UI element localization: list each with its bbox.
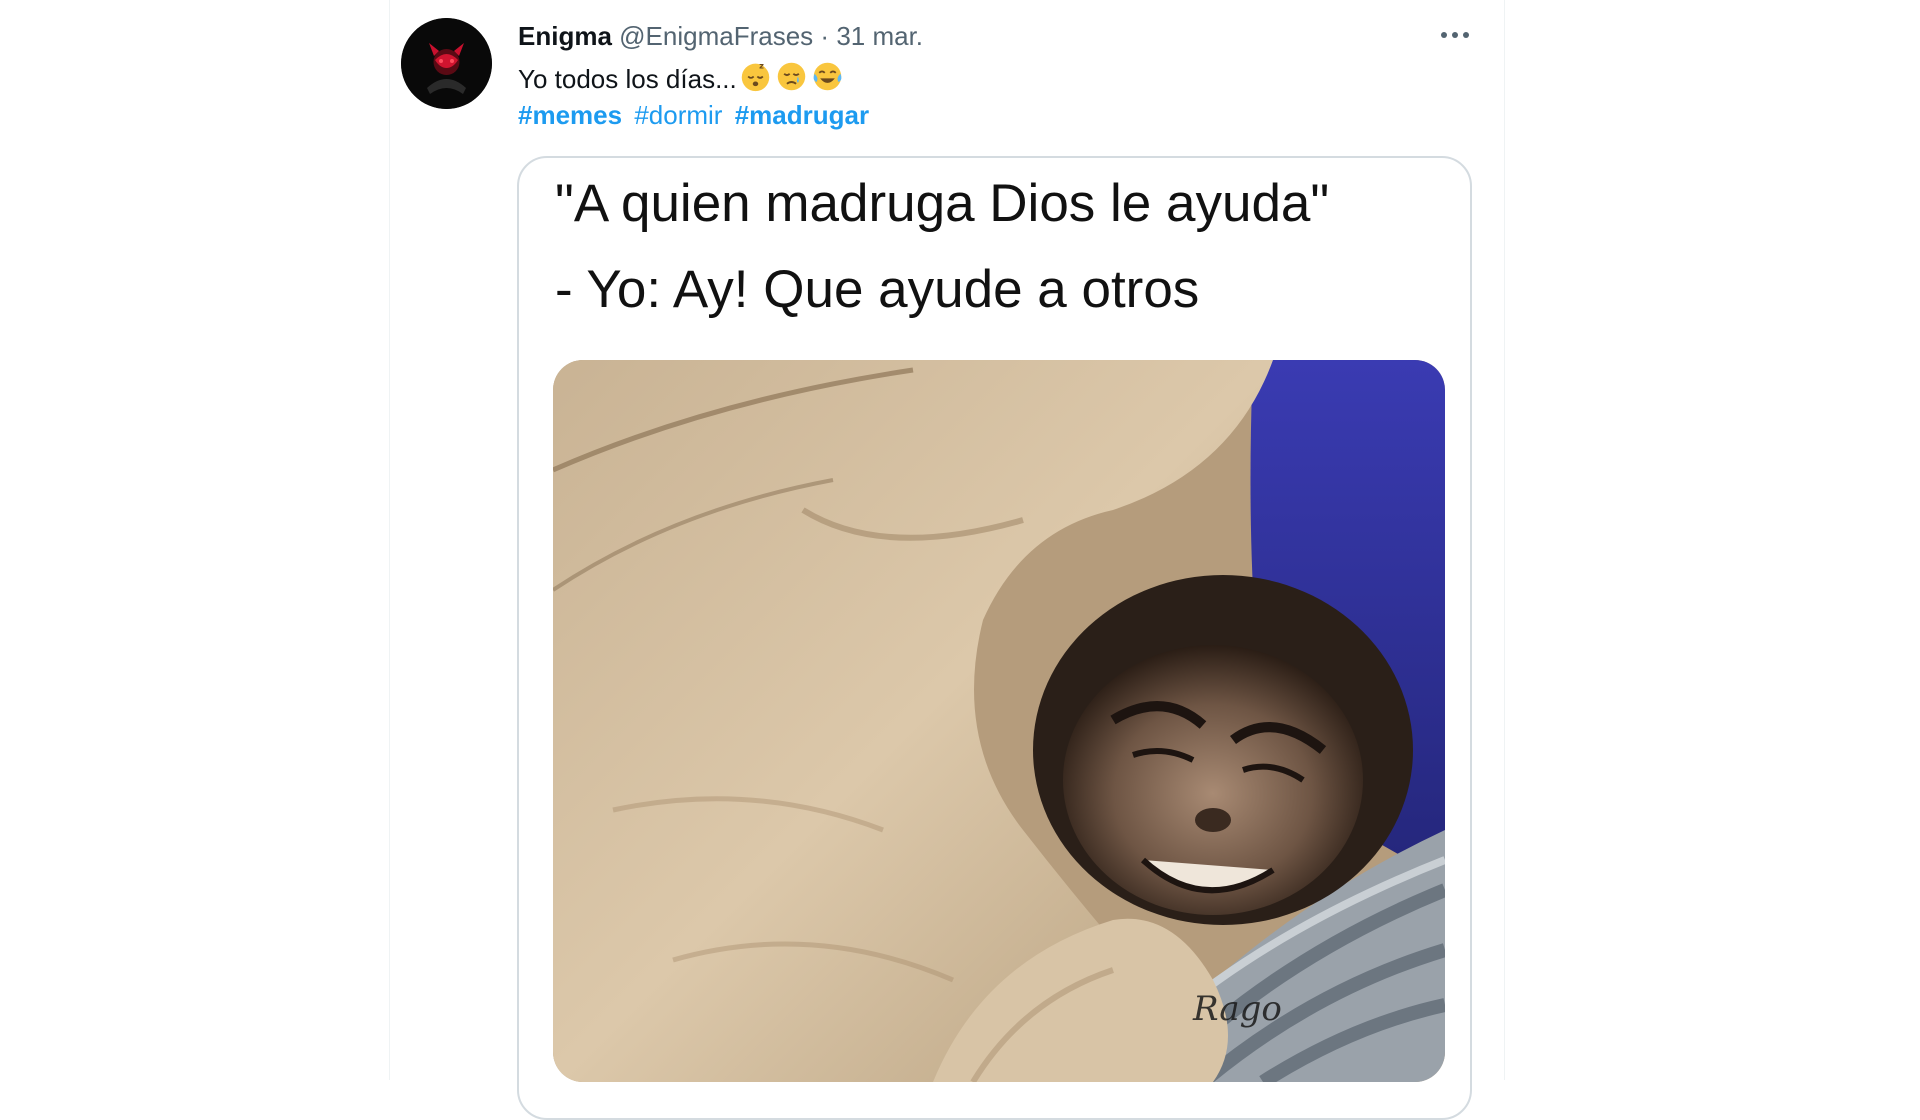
sleeping-face-icon: z: [741, 60, 769, 92]
tears-of-joy-face-icon: [813, 62, 842, 91]
monkey-under-blanket-image: Rago: [553, 360, 1445, 1082]
more-options-button[interactable]: [1433, 16, 1477, 54]
meme-photo: Rago: [553, 360, 1445, 1082]
meme-caption-line-1: "A quien madruga Dios le ayuda": [555, 174, 1330, 233]
demon-logo-icon: [401, 18, 492, 109]
tweet-header: Enigma @EnigmaFrases · 31 mar.: [518, 20, 923, 52]
crying-face-icon: [777, 62, 805, 91]
author-name[interactable]: Enigma: [518, 21, 612, 51]
tweet-date[interactable]: 31 mar.: [836, 21, 923, 51]
ellipsis-horizontal-icon: [1441, 32, 1469, 38]
tweet-media[interactable]: "A quien madruga Dios le ayuda" - Yo: Ay…: [517, 156, 1472, 1120]
header-separator: ·: [820, 21, 830, 51]
timeline-column: Enigma @EnigmaFrases · 31 mar. Yo todos …: [389, 0, 1505, 1120]
hashtag-row: #memes #dormir #madrugar: [518, 98, 874, 132]
hashtag-memes[interactable]: #memes: [518, 100, 622, 130]
tweet-text-content: Yo todos los días...: [518, 64, 737, 94]
meme-caption-line-2: - Yo: Ay! Que ayude a otros: [555, 260, 1200, 319]
author-avatar[interactable]: [401, 18, 492, 109]
hashtag-madrugar[interactable]: #madrugar: [735, 100, 869, 130]
author-handle[interactable]: @EnigmaFrases: [619, 21, 813, 51]
hashtag-dormir[interactable]: #dormir: [634, 100, 722, 130]
emoji-row: z: [739, 60, 844, 93]
watermark-signature: Rago: [1192, 989, 1282, 1029]
tweet-text: Yo todos los días... z: [518, 60, 844, 96]
svg-text:z: z: [759, 60, 764, 70]
tweet[interactable]: Enigma @EnigmaFrases · 31 mar. Yo todos …: [390, 0, 1504, 1120]
